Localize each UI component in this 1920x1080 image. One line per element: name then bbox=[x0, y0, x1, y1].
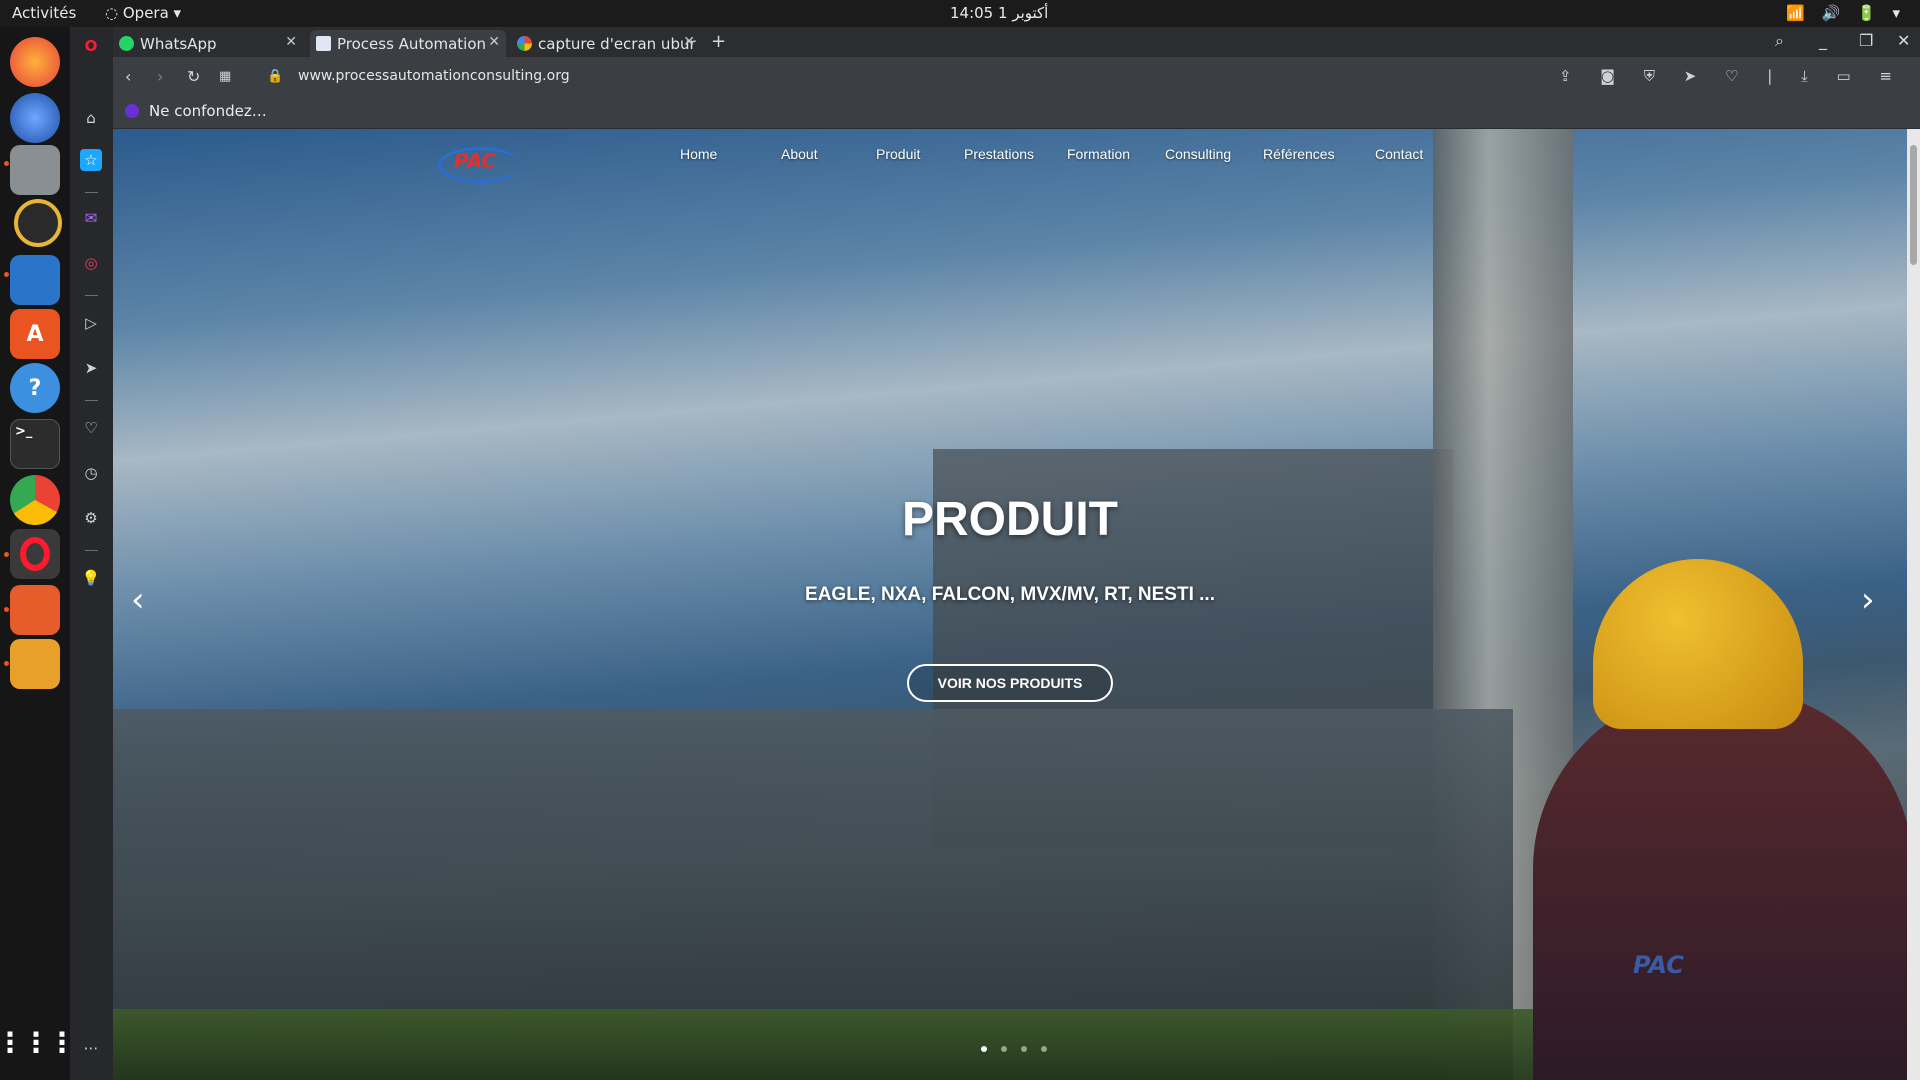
show-apps-icon[interactable]: ⋮⋮⋮ bbox=[0, 1017, 76, 1067]
tab-label: capture d'ecran ubur bbox=[538, 34, 696, 53]
close-tab-icon[interactable]: ✕ bbox=[285, 34, 297, 50]
files-icon[interactable] bbox=[10, 145, 60, 195]
opera-menu-icon[interactable]: O bbox=[80, 35, 102, 57]
slide-dot[interactable] bbox=[1021, 1046, 1027, 1052]
hero-title: PRODUIT bbox=[902, 493, 1118, 546]
nav-prestations[interactable]: Prestations bbox=[964, 146, 1034, 162]
whatsapp-icon bbox=[119, 36, 134, 51]
nav-about[interactable]: About bbox=[781, 146, 818, 162]
close-tab-icon[interactable]: ✕ bbox=[488, 34, 500, 50]
messenger-icon[interactable]: ✉ bbox=[80, 207, 102, 229]
forward-icon[interactable]: › bbox=[157, 67, 163, 86]
tips-icon[interactable]: 💡 bbox=[80, 567, 102, 589]
logo-text: PAC bbox=[454, 149, 497, 173]
worker-image bbox=[1533, 689, 1907, 1080]
site-logo[interactable]: PAC bbox=[438, 141, 528, 183]
slide-dot[interactable] bbox=[1001, 1046, 1007, 1052]
system-tray[interactable]: 📶 🔊 🔋 ▾ bbox=[1786, 4, 1906, 22]
next-slide-icon[interactable]: › bbox=[1861, 580, 1875, 620]
url-field[interactable]: www.processautomationconsulting.org bbox=[298, 68, 570, 84]
tab-label: WhatsApp bbox=[140, 34, 217, 53]
software-center-icon[interactable]: A bbox=[10, 309, 60, 359]
player-icon[interactable]: ▷ bbox=[80, 312, 102, 334]
history-icon[interactable]: ◷ bbox=[80, 462, 102, 484]
impress-icon[interactable] bbox=[10, 585, 60, 635]
restore-icon[interactable]: ❐ bbox=[1859, 31, 1873, 50]
back-icon[interactable]: ‹ bbox=[125, 67, 131, 86]
hero-slider: PAC PAC Home About Produit Prestations F… bbox=[113, 129, 1907, 1080]
google-icon bbox=[517, 36, 532, 51]
rhythmbox-icon[interactable] bbox=[14, 199, 62, 247]
nav-consulting[interactable]: Consulting bbox=[1165, 146, 1231, 162]
speed-dial-icon[interactable]: ☆ bbox=[80, 149, 102, 171]
nav-references[interactable]: Références bbox=[1263, 146, 1335, 162]
firefox-icon[interactable] bbox=[10, 37, 60, 87]
minimize-icon[interactable]: _ bbox=[1819, 31, 1827, 50]
send-icon[interactable]: ➤ bbox=[80, 357, 102, 379]
tab-whatsapp[interactable]: WhatsApp ✕ bbox=[113, 30, 303, 57]
reload-icon[interactable]: ↻ bbox=[187, 67, 200, 86]
ubuntu-dock: A ? >_ ⋮⋮⋮ bbox=[0, 27, 76, 1080]
more-icon[interactable]: ⋯ bbox=[80, 1037, 102, 1059]
chrome-icon[interactable] bbox=[10, 475, 60, 525]
nav-home[interactable]: Home bbox=[680, 146, 717, 162]
opera-icon[interactable] bbox=[10, 529, 60, 579]
tab-label: Process Automation bbox=[337, 34, 487, 53]
lock-icon: 🔒 bbox=[267, 69, 284, 84]
tab-process-automation[interactable]: Process Automation ✕ bbox=[310, 30, 506, 57]
system-top-bar: Activités ◌ Opera ▾ 14:05 1 أكتوبر 📶 🔊 🔋… bbox=[0, 0, 1920, 27]
bookmark-icon bbox=[125, 104, 139, 118]
hero-subtitle: EAGLE, NXA, FALCON, MVX/MV, RT, NESTI ..… bbox=[805, 584, 1215, 605]
opera-sidebar: O ⌂ ☆ ✉ ◎ ▷ ➤ ♡ ◷ ⚙ 💡 ⋯ bbox=[70, 27, 113, 1080]
nav-produit[interactable]: Produit bbox=[876, 146, 920, 162]
nav-formation[interactable]: Formation bbox=[1067, 146, 1130, 162]
activities-button[interactable]: Activités bbox=[12, 4, 76, 22]
page-scrollbar[interactable] bbox=[1907, 129, 1920, 1080]
clock[interactable]: 14:05 1 أكتوبر bbox=[950, 4, 1048, 22]
home-icon[interactable]: ⌂ bbox=[80, 107, 102, 129]
settings-icon[interactable]: ⚙ bbox=[80, 507, 102, 529]
slide-dot[interactable] bbox=[981, 1046, 987, 1052]
tab-capture[interactable]: capture d'ecran ubur ✕ bbox=[511, 30, 701, 57]
jacket-logo: PAC bbox=[1633, 951, 1684, 979]
tab-strip: WhatsApp ✕ Process Automation ✕ capture … bbox=[113, 27, 1920, 57]
close-window-icon[interactable]: ✕ bbox=[1897, 31, 1910, 50]
bookmark-item[interactable]: Ne confondez… bbox=[125, 102, 267, 120]
help-icon[interactable]: ? bbox=[10, 363, 60, 413]
slide-dot[interactable] bbox=[1041, 1046, 1047, 1052]
toolbar-icons[interactable]: ⇪ ◙ ⛨ ➤ ♡ | ⤓ ▭ ≡ bbox=[1559, 67, 1904, 85]
address-bar: ‹ › ↻ ▦ 🔒 www.processautomationconsultin… bbox=[113, 57, 1920, 97]
heart-icon[interactable]: ♡ bbox=[80, 417, 102, 439]
thunderbird-icon[interactable] bbox=[10, 93, 60, 143]
new-tab-icon[interactable]: + bbox=[711, 31, 726, 52]
scrollbar-thumb[interactable] bbox=[1910, 145, 1917, 265]
prev-slide-icon[interactable]: ‹ bbox=[131, 580, 145, 620]
site-favicon-icon bbox=[316, 36, 331, 51]
app-menu[interactable]: ◌ Opera ▾ bbox=[105, 4, 181, 22]
image-viewer-icon[interactable] bbox=[10, 639, 60, 689]
writer-icon[interactable] bbox=[10, 255, 60, 305]
bookmarks-bar: Ne confondez… bbox=[113, 97, 1920, 129]
app-menu-label: Opera bbox=[122, 4, 169, 22]
terminal-icon[interactable]: >_ bbox=[10, 419, 60, 469]
voir-produits-button[interactable]: VOIR NOS PRODUITS bbox=[907, 664, 1113, 702]
instagram-icon[interactable]: ◎ bbox=[80, 252, 102, 274]
tabs-grid-icon[interactable]: ▦ bbox=[219, 69, 231, 84]
bookmark-label: Ne confondez… bbox=[149, 102, 267, 120]
close-tab-icon[interactable]: ✕ bbox=[683, 34, 695, 50]
tab-search-icon[interactable]: ⌕ bbox=[1775, 31, 1784, 51]
nav-contact[interactable]: Contact bbox=[1375, 146, 1423, 162]
slide-indicators bbox=[981, 1046, 1047, 1052]
